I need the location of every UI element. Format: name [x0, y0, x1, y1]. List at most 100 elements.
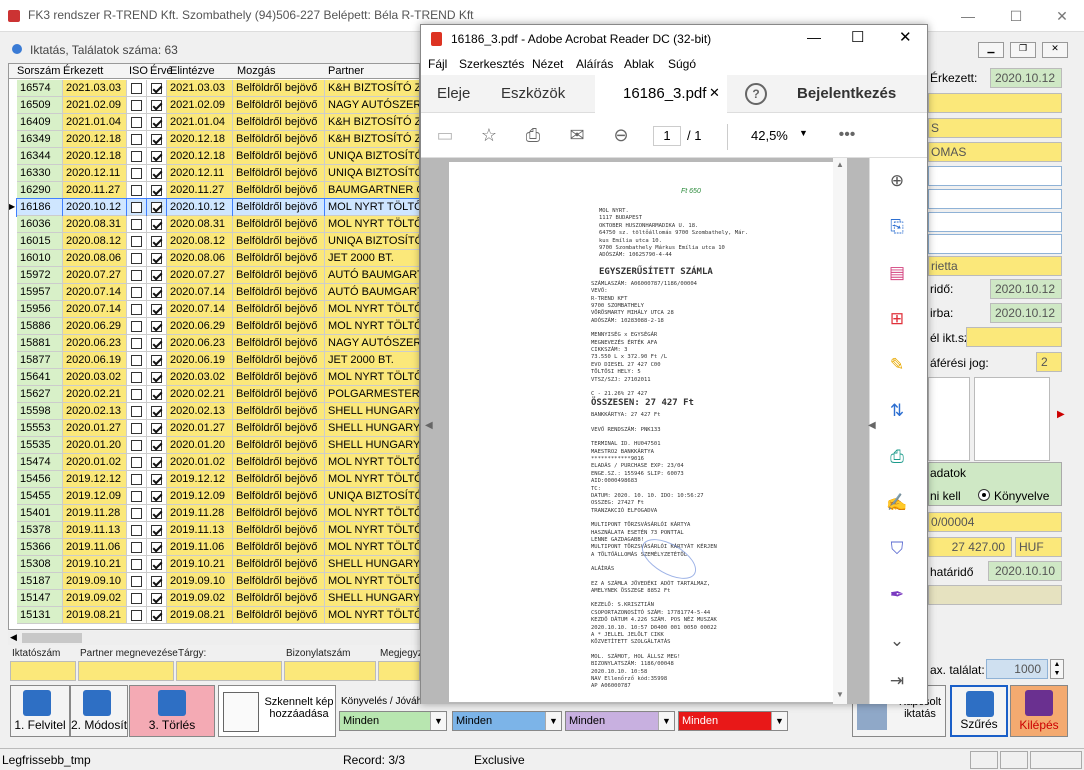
erveny-checkbox[interactable]: [151, 593, 162, 604]
cell-sorszam[interactable]: 15972: [17, 267, 63, 284]
table-row[interactable]: 15627 2020.02.21 2020.02.21 Belföldről bejö…: [9, 386, 419, 403]
table-row[interactable]: 15956 2020.07.14 2020.07.14 Belföldről bejö…: [9, 301, 419, 318]
field-3[interactable]: S: [928, 118, 1062, 138]
cell-sorszam[interactable]: 15957: [17, 284, 63, 301]
cell-erkezett[interactable]: 2019.09.10: [63, 573, 127, 590]
erveny-checkbox[interactable]: [151, 423, 162, 434]
cell-erveny[interactable]: [147, 607, 167, 624]
erveny-checkbox[interactable]: [151, 270, 162, 281]
col-elintezve[interactable]: Elintézve: [170, 65, 215, 77]
comment-icon[interactable]: ✎: [884, 352, 910, 378]
cell-erkezett[interactable]: 2020.02.13: [63, 403, 127, 420]
iso-checkbox[interactable]: [131, 270, 142, 281]
cell-partner[interactable]: MOL NYRT TÖLTŐ: [325, 471, 419, 488]
signature-icon[interactable]: ✒: [884, 582, 910, 608]
cell-iso[interactable]: [127, 454, 147, 471]
iso-checkbox[interactable]: [131, 372, 142, 383]
szures-button[interactable]: Szűrés: [950, 685, 1008, 737]
cell-iso[interactable]: [127, 352, 147, 369]
cell-sorszam[interactable]: 15455: [17, 488, 63, 505]
document-view[interactable]: ◀ MOL NYRT. 1117 BUDAPEST OKTOBER HUSZONHA…: [421, 158, 927, 704]
cell-partner[interactable]: UNIQA BIZTOSÍTÓ: [325, 488, 419, 505]
cell-sorszam[interactable]: 16349: [17, 131, 63, 148]
table-row[interactable]: 15147 2019.09.02 2019.09.02 Belföldről bejö…: [9, 590, 419, 607]
expand-icon[interactable]: ⌄: [884, 628, 910, 654]
cell-elintezve[interactable]: 2020.06.29: [167, 318, 233, 335]
cell-elintezve[interactable]: 2020.08.31: [167, 216, 233, 233]
table-row[interactable]: 16290 2020.11.27 2020.11.27 Belföldről bejö…: [9, 182, 419, 199]
cell-erveny[interactable]: [147, 182, 167, 199]
cell-erveny[interactable]: [147, 590, 167, 607]
cell-erkezett[interactable]: 2021.03.03: [63, 80, 127, 97]
page-number-input[interactable]: 1: [653, 126, 681, 146]
irba-field[interactable]: 2020.10.12: [990, 303, 1062, 323]
cell-sorszam[interactable]: 16015: [17, 233, 63, 250]
cell-elintezve[interactable]: 2020.06.23: [167, 335, 233, 352]
cell-sorszam[interactable]: 16344: [17, 148, 63, 165]
cell-sorszam[interactable]: 15187: [17, 573, 63, 590]
field-8[interactable]: [928, 234, 1062, 254]
iso-checkbox[interactable]: [131, 542, 142, 553]
hozzaferes-field[interactable]: 2: [1036, 352, 1062, 372]
table-row[interactable]: 15187 2019.09.10 2019.09.10 Belföldről bejö…: [9, 573, 419, 590]
iso-checkbox[interactable]: [131, 440, 142, 451]
cell-elintezve[interactable]: 2020.12.11: [167, 165, 233, 182]
fill-sign-icon[interactable]: ✍: [884, 490, 910, 516]
cell-iso[interactable]: [127, 114, 147, 131]
scroll-up-icon[interactable]: ▲: [836, 160, 844, 169]
minimize-icon[interactable]: —: [958, 6, 978, 26]
table-row[interactable]: 16344 2020.12.18 2020.12.18 Belföldről bejö…: [9, 148, 419, 165]
save-icon[interactable]: ▭: [433, 124, 457, 146]
cell-elintezve[interactable]: 2020.07.14: [167, 301, 233, 318]
cell-erkezett[interactable]: 2020.12.18: [63, 148, 127, 165]
cell-erkezett[interactable]: 2020.12.11: [63, 165, 127, 182]
cell-iso[interactable]: [127, 505, 147, 522]
cell-erkezett[interactable]: 2020.03.02: [63, 369, 127, 386]
cell-partner[interactable]: MOL NYRT TÖLTŐ: [325, 505, 419, 522]
cell-partner[interactable]: MOL NYRT TÖLTŐ: [325, 573, 419, 590]
cell-erkezett[interactable]: 2019.10.21: [63, 556, 127, 573]
erveny-checkbox[interactable]: [151, 117, 162, 128]
cell-mozgas[interactable]: Belföldről bejövő: [233, 250, 325, 267]
cell-iso[interactable]: [127, 80, 147, 97]
cell-erkezett[interactable]: 2019.11.28: [63, 505, 127, 522]
col-partner[interactable]: Partner: [328, 65, 364, 77]
cell-elintezve[interactable]: 2020.08.06: [167, 250, 233, 267]
szamla-field[interactable]: 0/00004: [928, 512, 1062, 532]
cell-iso[interactable]: [127, 131, 147, 148]
cell-sorszam[interactable]: 15456: [17, 471, 63, 488]
cell-iso[interactable]: [127, 284, 147, 301]
cell-erkezett[interactable]: 2019.08.21: [63, 607, 127, 624]
cell-mozgas[interactable]: Belföldről bejövő: [233, 403, 325, 420]
cell-partner[interactable]: MOL NYRT TÖLTŐ: [325, 454, 419, 471]
cell-mozgas[interactable]: Belföldről bejövő: [233, 471, 325, 488]
cell-elintezve[interactable]: 2019.08.21: [167, 607, 233, 624]
cell-iso[interactable]: [127, 165, 147, 182]
cell-erveny[interactable]: [147, 420, 167, 437]
cell-partner[interactable]: UNIQA BIZTOSÍTÓ: [325, 165, 419, 182]
field-last[interactable]: [928, 585, 1062, 605]
table-row[interactable]: 15553 2020.01.27 2020.01.27 Belföldről bejö…: [9, 420, 419, 437]
menu-alairas[interactable]: Aláírás: [576, 57, 613, 71]
cell-elintezve[interactable]: 2019.10.21: [167, 556, 233, 573]
cell-sorszam[interactable]: 15401: [17, 505, 63, 522]
organize-icon[interactable]: ▤: [884, 260, 910, 286]
cell-partner[interactable]: K&H BIZTOSÍTÓ Zr: [325, 80, 419, 97]
tab-document[interactable]: 16186_3.pdf ✕: [595, 75, 727, 113]
erveny-checkbox[interactable]: [151, 576, 162, 587]
zoom-in-icon[interactable]: ⊕: [884, 168, 910, 194]
erveny-checkbox[interactable]: [151, 338, 162, 349]
cell-partner[interactable]: NAGY AUTÓSZER: [325, 97, 419, 114]
cell-partner[interactable]: UNIQA BIZTOSÍTÓ: [325, 148, 419, 165]
cell-erveny[interactable]: [147, 131, 167, 148]
table-row[interactable]: 15401 2019.11.28 2019.11.28 Belföldről bejö…: [9, 505, 419, 522]
cell-elintezve[interactable]: 2020.07.27: [167, 267, 233, 284]
more-icon[interactable]: •••: [835, 124, 859, 146]
cell-elintezve[interactable]: 2019.11.06: [167, 539, 233, 556]
cell-partner[interactable]: K&H BIZTOSÍTÓ Zr: [325, 131, 419, 148]
cell-iso[interactable]: [127, 97, 147, 114]
torles-button[interactable]: 3. Törlés: [129, 685, 215, 737]
field-6[interactable]: [928, 189, 1062, 209]
cell-iso[interactable]: [127, 437, 147, 454]
cell-mozgas[interactable]: Belföldről bejövő: [233, 301, 325, 318]
